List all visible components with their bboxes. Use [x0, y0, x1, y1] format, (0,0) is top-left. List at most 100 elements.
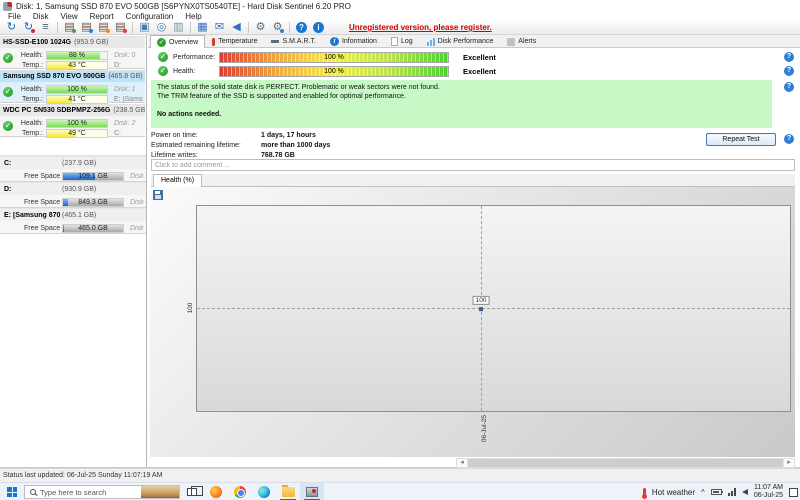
- disk-short-test-icon[interactable]: ▤: [62, 21, 77, 34]
- free-space-bar: 465.0 GB: [62, 223, 124, 233]
- taskbar-app-hard-disk-sentinel[interactable]: [300, 483, 324, 500]
- volume-icon[interactable]: [741, 489, 748, 495]
- hard-disk-sentinel-window: Disk: 1, Samsung SSD 870 EVO 500GB [S6PY…: [0, 0, 800, 500]
- toolbar-separator: [57, 22, 58, 33]
- seek-test-icon[interactable]: ◎: [154, 21, 169, 34]
- help-icon[interactable]: ?: [296, 22, 307, 33]
- info-value: 1 days, 17 hours: [261, 132, 316, 139]
- save-chart-icon[interactable]: [153, 190, 163, 200]
- menu-report[interactable]: Report: [84, 12, 120, 21]
- tab-alerts[interactable]: Alerts: [500, 35, 543, 47]
- tab-temperature[interactable]: Temperature: [205, 35, 264, 47]
- disk-health-row: Health: 100 % Disk: 1: [16, 84, 143, 94]
- weather-temperature-icon[interactable]: [641, 487, 647, 499]
- free-space-bar: 109.1 GB: [62, 171, 124, 181]
- send-email-report-icon[interactable]: ✉: [212, 21, 227, 34]
- partition-free-row: Free Space 465.0 GB Disk: 1: [24, 223, 144, 233]
- y-axis-tick-100: 100: [187, 302, 194, 314]
- disk-card-hs-ssd-e100[interactable]: HS-SSD-E100 1024G (953.9 GB) ✓ Health: 8…: [0, 36, 145, 70]
- refresh-icon[interactable]: ↻: [4, 21, 19, 34]
- disk-control-icon[interactable]: ▥: [171, 21, 186, 34]
- tab-information[interactable]: i Information: [323, 35, 384, 47]
- health-value: 100 %: [67, 119, 87, 127]
- chart-tab-health[interactable]: Health (%): [153, 174, 203, 187]
- scrollbar-thumb[interactable]: [468, 459, 783, 467]
- tab-label: Information: [341, 38, 377, 45]
- menu-help[interactable]: Help: [179, 12, 207, 21]
- free-space-value: 849.3 GB: [78, 198, 108, 206]
- comment-input[interactable]: [151, 159, 795, 171]
- help-icon[interactable]: ?: [784, 66, 794, 76]
- text-to-speech-icon[interactable]: ◀: [229, 21, 244, 34]
- help-icon[interactable]: ?: [784, 52, 794, 62]
- chrome-icon: [234, 486, 246, 498]
- help-icon[interactable]: ?: [784, 134, 794, 144]
- menu-configuration[interactable]: Configuration: [120, 12, 180, 21]
- unregistered-link[interactable]: Unregistered version, please register.: [349, 23, 492, 32]
- taskbar-app-firefox[interactable]: [204, 483, 228, 500]
- file-explorer-icon: [281, 485, 295, 497]
- disk-extended-test-icon[interactable]: ▤: [79, 21, 94, 34]
- temp-label: Temp.:: [21, 129, 43, 137]
- health-label: Health:: [173, 67, 196, 75]
- toolbar: ↻ ↻ ≡ ▤ ▤ ▤ ▤ ▣ ◎ ▥ ▦ ✉ ◀ ⚙ ⚙? i Unregistered version, …: [0, 21, 800, 35]
- taskbar-clock[interactable]: 11:07 AM 06-Jul-25: [754, 484, 783, 500]
- tray-chevron-up-icon[interactable]: ^: [701, 488, 705, 497]
- about-info-icon[interactable]: i: [313, 22, 324, 33]
- free-space-label: Free Space: [24, 224, 61, 232]
- network-icon[interactable]: [727, 488, 736, 496]
- partition-c[interactable]: C: (237.9 GB) Free Space 109.1 GB Disk: …: [0, 156, 146, 182]
- horizontal-scrollbar[interactable]: ◂ ▸: [456, 458, 795, 468]
- report-menu-icon[interactable]: ≡: [38, 21, 53, 34]
- partition-d[interactable]: D: (930.9 GB) Free Space 849.3 GB Disk: …: [0, 182, 146, 208]
- tab-smart[interactable]: S.M.A.R.T.: [264, 35, 322, 47]
- status-last-updated: Status last updated: 06-Jul-25 Sunday 11…: [3, 472, 163, 479]
- disk-card-wdc-sn530[interactable]: WDC PC SN530 SDBPMPZ-256G (238.5 GB) ✓ H…: [0, 104, 145, 138]
- weather-label[interactable]: Hot weather: [652, 488, 695, 497]
- temp-value: 43 °C: [68, 61, 86, 69]
- main-panel: ✓ Overview Temperature S.M.A.R.T. i Inform…: [148, 35, 800, 468]
- taskbar-app-edge[interactable]: [252, 483, 276, 500]
- info-value: more than 1000 days: [261, 142, 331, 149]
- taskbar-left: Type here to search: [0, 483, 324, 500]
- partition-free-row: Free Space 849.3 GB Disk: 0: [24, 197, 144, 207]
- disk-surface-test-icon[interactable]: ▤: [96, 21, 111, 34]
- start-button[interactable]: [0, 483, 24, 500]
- menu-disk[interactable]: Disk: [27, 12, 55, 21]
- battery-icon[interactable]: [710, 489, 723, 495]
- detect-disks-icon[interactable]: ↻: [21, 21, 36, 34]
- help-icon[interactable]: ?: [784, 82, 794, 92]
- scroll-left-arrow[interactable]: ◂: [457, 459, 468, 467]
- menu-bar: File Disk View Report Configuration Help: [0, 12, 800, 21]
- partition-e[interactable]: E: [Samsung 870 ..] (465.1 GB) Free Spac…: [0, 208, 146, 234]
- notification-center-icon[interactable]: [789, 487, 798, 497]
- tab-log[interactable]: Log: [384, 35, 420, 47]
- thermometer-icon: [212, 37, 216, 46]
- repeat-test-button[interactable]: Repeat Test: [706, 133, 776, 146]
- performance-label: Performance:: [173, 53, 216, 61]
- task-view-button[interactable]: [180, 483, 204, 500]
- preferences-icon[interactable]: ⚙: [270, 21, 285, 34]
- settings-icon[interactable]: ⚙: [253, 21, 268, 34]
- partition-header: E: [Samsung 870 ..] (465.1 GB): [0, 209, 146, 221]
- menu-view[interactable]: View: [54, 12, 83, 21]
- tab-disk-performance[interactable]: Disk Performance: [420, 35, 501, 47]
- info-label: Estimated remaining lifetime:: [151, 142, 241, 149]
- scroll-right-arrow[interactable]: ▸: [783, 459, 794, 467]
- tab-overview[interactable]: ✓ Overview: [150, 35, 206, 48]
- menu-file[interactable]: File: [2, 12, 27, 21]
- acoustic-settings-icon[interactable]: ▣: [137, 21, 152, 34]
- report-window-icon[interactable]: ▦: [195, 21, 210, 34]
- free-space-value: 465.0 GB: [78, 224, 108, 232]
- taskbar-app-file-explorer[interactable]: [276, 483, 300, 500]
- health-bar: 88 %: [46, 50, 108, 60]
- taskbar-search[interactable]: Type here to search: [24, 485, 180, 499]
- search-icon: [30, 489, 36, 495]
- disk-info-block: Power on time: 1 days, 17 hours Estimate…: [151, 131, 330, 161]
- windows-taskbar: Type here to search Hot weather ^ 11:07 …: [0, 482, 800, 500]
- disk-card-samsung-870-evo[interactable]: Samsung SSD 870 EVO 500GB (465.8 GB) ✓ H…: [0, 70, 145, 104]
- disk-number: Disk: 0: [114, 51, 136, 59]
- taskbar-app-chrome[interactable]: [228, 483, 252, 500]
- disk-repair-test-icon[interactable]: ▤: [113, 21, 128, 34]
- toolbar-icons: ↻ ↻ ≡ ▤ ▤ ▤ ▤ ▣ ◎ ▥ ▦ ✉ ◀ ⚙ ⚙? i: [3, 21, 327, 34]
